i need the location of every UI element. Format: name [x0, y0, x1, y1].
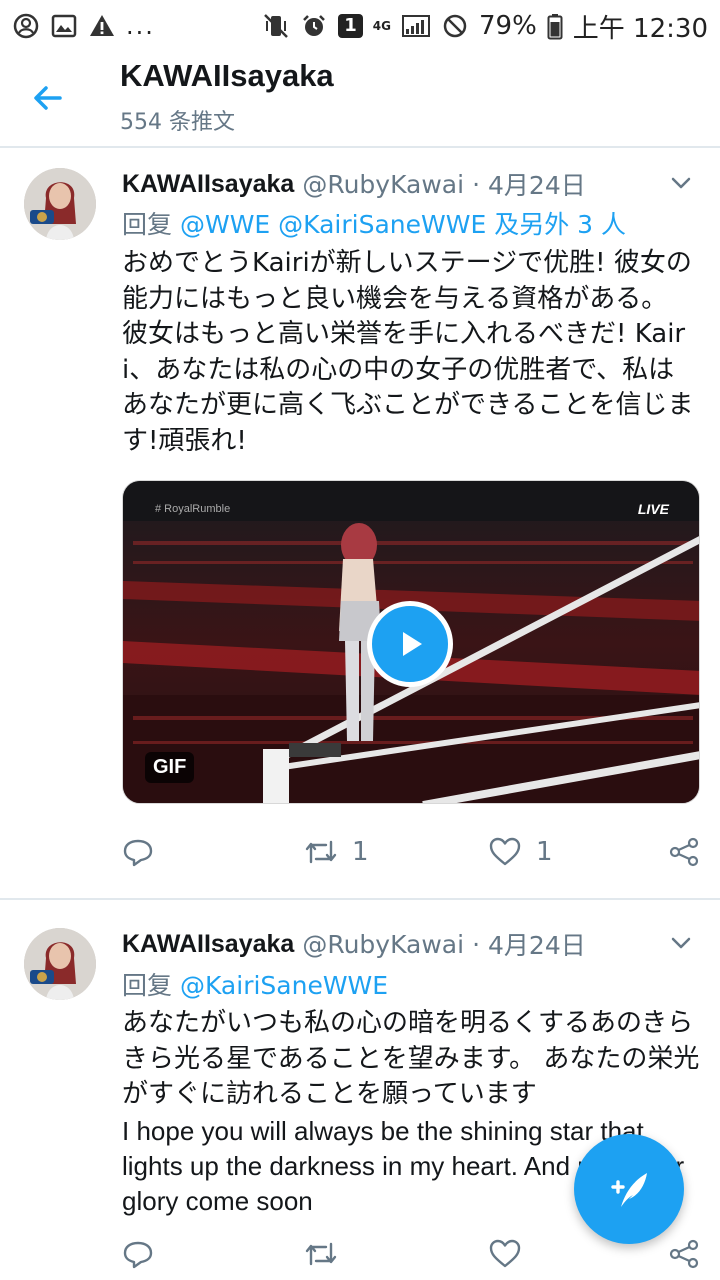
share-button[interactable] [668, 1238, 700, 1270]
warning-icon [88, 12, 116, 40]
reply-context: 回复 @WWE @KairiSaneWWE 及另外 3 人 [122, 205, 626, 241]
reply-mentions[interactable]: @KairiSaneWWE [180, 971, 388, 1000]
reply-prefix: 回复 [122, 210, 173, 239]
chevron-down-icon [671, 177, 691, 189]
network-type: 4G [372, 19, 391, 33]
tweet-text: おめでとうKairiが新しいステージで优胜! 彼女の能力にはもっと良い機会を与え… [122, 248, 694, 456]
retweet-icon [305, 1242, 337, 1266]
battery-icon [547, 12, 563, 40]
compose-tweet-button[interactable] [574, 1134, 684, 1244]
play-icon [403, 632, 422, 656]
vibrate-mute-icon [262, 12, 290, 40]
like-button[interactable] [488, 1238, 522, 1270]
separator-dot: · [472, 169, 481, 199]
image-icon [50, 12, 78, 40]
signal-icon [401, 12, 431, 40]
clock: 上午 12:30 [572, 13, 708, 44]
alarm-icon [300, 12, 328, 40]
retweet-button[interactable]: 1 [304, 836, 369, 868]
reply-button[interactable] [122, 836, 154, 868]
tweet-actions [122, 1238, 700, 1278]
reply-context: 回复 @KairiSaneWWE [122, 966, 388, 1002]
tweet-actions: 1 1 [122, 836, 700, 876]
reply-icon [123, 839, 153, 867]
retweet-button[interactable] [304, 1238, 338, 1270]
reply-mentions[interactable]: @WWE @KairiSaneWWE [180, 210, 486, 239]
media-hashtag-watermark: # RoyalRumble [155, 503, 231, 515]
back-button[interactable] [24, 74, 72, 122]
sim-badge: 1 [338, 14, 363, 38]
live-watermark: LIVE [637, 501, 669, 517]
reply-prefix: 回复 [122, 971, 173, 1000]
profile-header: KAWAIIsayaka 554 条推文 [0, 52, 720, 148]
page-title: KAWAIIsayaka [120, 58, 334, 93]
gif-badge: GIF [145, 752, 195, 783]
retweet-icon [305, 840, 337, 864]
avatar[interactable] [24, 168, 96, 240]
tweet[interactable]: KAWAIIsayaka @RubyKawai · 4月24日 回复 @WWE … [0, 150, 720, 898]
tweet-date: 4月24日 [488, 931, 586, 960]
share-button[interactable] [668, 836, 700, 868]
author-name[interactable]: KAWAIIsayaka [122, 930, 294, 959]
tweet-menu-button[interactable] [666, 928, 696, 958]
tweet-text: あなたがいつも私の心の暗を明るくするあのきらきら光る星であることを望みます。 あ… [122, 1008, 700, 1109]
retweet-count: 1 [352, 837, 369, 867]
tweet-menu-button[interactable] [666, 168, 696, 198]
play-button[interactable] [367, 601, 453, 687]
separator-dot: · [472, 929, 481, 959]
heart-icon [489, 1239, 521, 1268]
compose-feather-icon [611, 1173, 647, 1207]
chevron-down-icon [671, 937, 691, 949]
tweet-count: 554 条推文 [120, 110, 235, 135]
avatar[interactable] [24, 928, 96, 1000]
share-icon [669, 837, 699, 867]
heart-icon [489, 837, 521, 866]
tweet-gif-media[interactable]: # RoyalRumble LIVE GIF [122, 480, 700, 804]
more-notifications-indicator: ... [126, 12, 155, 40]
author-handle: @RubyKawai [302, 169, 465, 199]
share-icon [669, 1239, 699, 1269]
status-bar: ... 1 4G 79% 上午 12:30 [0, 0, 720, 52]
reply-icon [123, 1241, 153, 1269]
author-handle: @RubyKawai [302, 929, 465, 959]
account-circle-icon [12, 12, 40, 40]
like-button[interactable]: 1 [488, 836, 553, 868]
no-sim-icon [441, 12, 469, 40]
author-name[interactable]: KAWAIIsayaka [122, 170, 294, 199]
tweet-date: 4月24日 [488, 171, 586, 200]
arrow-left-icon [34, 86, 62, 110]
reply-button[interactable] [122, 1238, 154, 1270]
reply-others-link[interactable]: 及另外 3 人 [494, 210, 626, 239]
battery-percent: 79% [479, 11, 537, 41]
like-count: 1 [536, 837, 553, 867]
